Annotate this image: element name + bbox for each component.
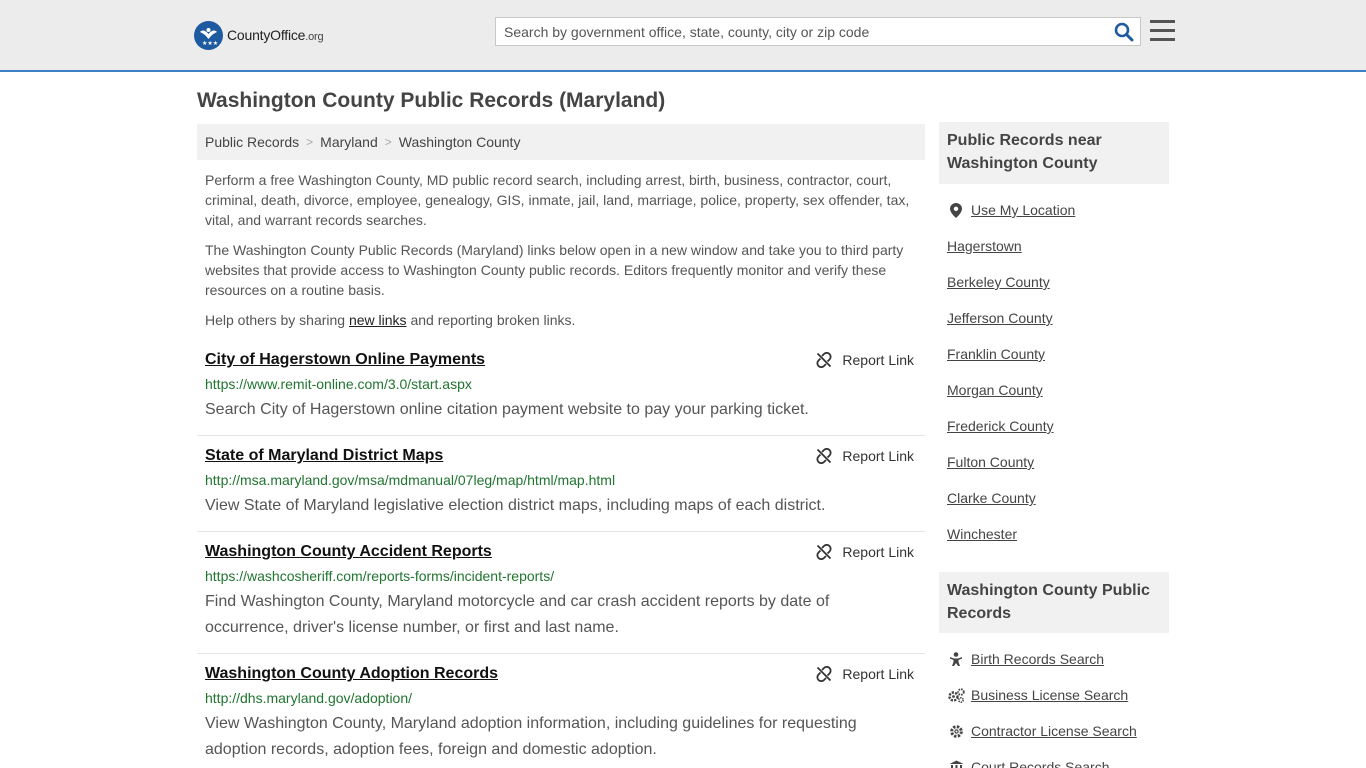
county-record-item[interactable]: Business License Search <box>947 677 1169 713</box>
near-records-list: Use My Location Hagerstown Berkeley Coun… <box>947 192 1169 552</box>
near-item[interactable]: Clarke County <box>947 480 1169 516</box>
breadcrumb-separator: > <box>384 135 392 149</box>
help-suffix: and reporting broken links. <box>406 312 576 328</box>
report-link-button[interactable]: Report Link <box>816 448 914 464</box>
record-url: https://washcosheriff.com/reports-forms/… <box>205 568 555 584</box>
court-records-search-link[interactable]: Court Records Search <box>971 759 1110 768</box>
near-link-berkeley-county[interactable]: Berkeley County <box>947 274 1050 290</box>
logo-seal-icon: ★★★ <box>194 20 223 50</box>
use-my-location-item[interactable]: Use My Location <box>947 192 1169 228</box>
help-prefix: Help others by sharing <box>205 312 349 328</box>
record-url: http://msa.maryland.gov/msa/mdmanual/07l… <box>205 472 616 488</box>
use-my-location-link[interactable]: Use My Location <box>971 202 1075 218</box>
near-item[interactable]: Morgan County <box>947 372 1169 408</box>
broken-link-icon <box>816 666 832 682</box>
record-title-link[interactable]: Washington County Accident Reports <box>205 543 492 560</box>
report-link-button[interactable]: Report Link <box>816 352 914 368</box>
near-records-heading: Public Records near Washington County <box>939 122 1169 184</box>
contractor-license-search-link[interactable]: Contractor License Search <box>971 723 1137 739</box>
report-link-label: Report Link <box>842 544 914 560</box>
help-paragraph: Help others by sharing new links and rep… <box>205 310 915 330</box>
county-record-item[interactable]: Contractor License Search <box>947 713 1169 749</box>
near-item[interactable]: Winchester <box>947 516 1169 552</box>
near-link-hagerstown[interactable]: Hagerstown <box>947 238 1022 254</box>
near-item[interactable]: Franklin County <box>947 336 1169 372</box>
record-description: View State of Maryland legislative elect… <box>205 497 826 514</box>
near-link-fulton-county[interactable]: Fulton County <box>947 454 1034 470</box>
record-description: View Washington County, Maryland adoptio… <box>205 715 857 758</box>
record-title-link[interactable]: Washington County Adoption Records <box>205 665 498 682</box>
record-title-link[interactable]: City of Hagerstown Online Payments <box>205 351 485 368</box>
report-link-label: Report Link <box>842 448 914 464</box>
record-description: Search City of Hagerstown online citatio… <box>205 401 809 418</box>
near-item[interactable]: Fulton County <box>947 444 1169 480</box>
breadcrumb-separator: > <box>306 135 314 149</box>
county-record-item[interactable]: Birth Records Search <box>947 641 1169 677</box>
near-link-jefferson-county[interactable]: Jefferson County <box>947 310 1053 326</box>
records-list: City of Hagerstown Online Payments Repor… <box>197 340 925 768</box>
record-item: Washington County Accident Reports Repor… <box>197 532 925 654</box>
record-item: City of Hagerstown Online Payments Repor… <box>197 340 925 436</box>
site-header: ★★★ CountyOffice.org <box>0 0 1366 72</box>
broken-link-icon <box>816 352 832 368</box>
breadcrumb-current: Washington County <box>398 134 521 150</box>
record-title-link[interactable]: State of Maryland District Maps <box>205 447 443 464</box>
record-url: http://dhs.maryland.gov/adoption/ <box>205 690 413 706</box>
near-item[interactable]: Jefferson County <box>947 300 1169 336</box>
gear-icon <box>947 723 965 739</box>
record-item: Washington County Adoption Records Repor… <box>197 654 925 768</box>
record-description: Find Washington County, Maryland motorcy… <box>205 593 830 636</box>
near-item[interactable]: Berkeley County <box>947 264 1169 300</box>
near-link-frederick-county[interactable]: Frederick County <box>947 418 1054 434</box>
logo-suffix: .org <box>305 31 324 43</box>
broken-link-icon <box>816 448 832 464</box>
near-item[interactable]: Hagerstown <box>947 228 1169 264</box>
county-records-list: Birth Records Search Business License Se… <box>947 641 1169 768</box>
search-input[interactable] <box>496 18 1096 45</box>
near-link-morgan-county[interactable]: Morgan County <box>947 382 1043 398</box>
broken-link-icon <box>816 544 832 560</box>
page-title: Washington County Public Records (Maryla… <box>197 89 666 112</box>
breadcrumb-public-records[interactable]: Public Records <box>205 134 299 150</box>
birth-records-search-link[interactable]: Birth Records Search <box>971 651 1104 667</box>
report-link-button[interactable]: Report Link <box>816 666 914 682</box>
new-links-link[interactable]: new links <box>349 312 407 328</box>
logo-text: CountyOffice <box>227 27 306 43</box>
business-license-search-link[interactable]: Business License Search <box>971 687 1128 703</box>
report-link-label: Report Link <box>842 666 914 682</box>
near-item[interactable]: Frederick County <box>947 408 1169 444</box>
report-link-button[interactable]: Report Link <box>816 544 914 560</box>
gears-icon <box>947 687 965 703</box>
site-logo[interactable]: ★★★ CountyOffice.org <box>194 20 324 50</box>
near-link-winchester[interactable]: Winchester <box>947 526 1017 542</box>
county-record-item[interactable]: Court Records Search <box>947 749 1169 768</box>
near-link-clarke-county[interactable]: Clarke County <box>947 490 1036 506</box>
record-url: https://www.remit-online.com/3.0/start.a… <box>205 376 472 392</box>
county-records-heading: Washington County Public Records <box>939 572 1169 633</box>
hamburger-menu-icon[interactable] <box>1150 20 1175 42</box>
map-pin-icon <box>947 202 965 218</box>
intro-paragraph: Perform a free Washington County, MD pub… <box>205 172 910 228</box>
svg-text:★★★: ★★★ <box>202 40 218 47</box>
record-item: State of Maryland District Maps Report L… <box>197 436 925 532</box>
search-bar <box>495 17 1141 46</box>
breadcrumb-maryland[interactable]: Maryland <box>320 134 378 150</box>
breadcrumb: Public Records > Maryland > Washington C… <box>197 124 925 160</box>
near-link-franklin-county[interactable]: Franklin County <box>947 346 1045 362</box>
disclaimer-paragraph: The Washington County Public Records (Ma… <box>205 242 904 298</box>
courthouse-icon <box>947 759 965 768</box>
search-icon[interactable] <box>1114 22 1134 42</box>
baby-icon <box>947 651 965 667</box>
report-link-label: Report Link <box>842 352 914 368</box>
